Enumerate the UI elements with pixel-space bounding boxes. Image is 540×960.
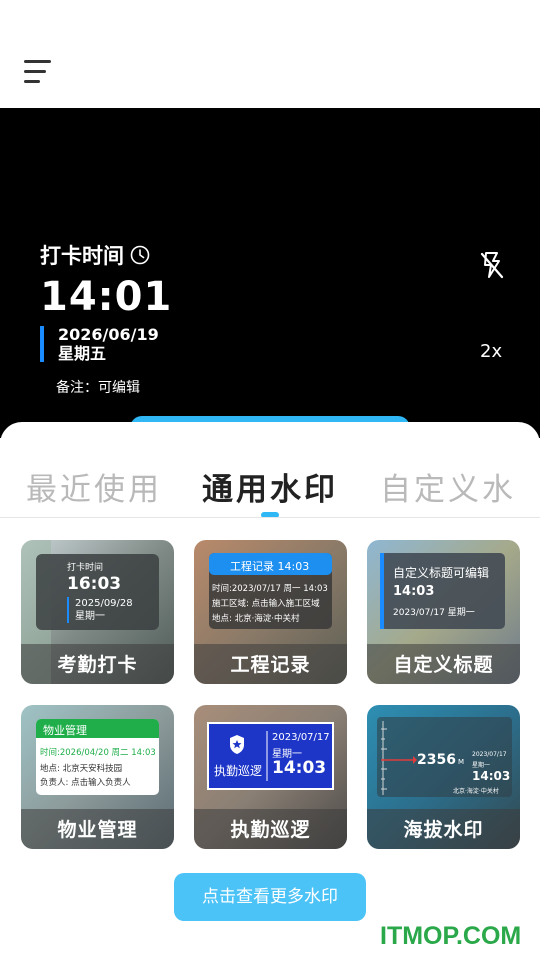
card-engineering[interactable]: 工程记录 14:03 时间:2023/07/17 周一 14:03 施工区域: …	[194, 540, 347, 684]
card-engineering-header: 工程记录 14:03	[230, 560, 310, 573]
watermark-sheet: 最近使用 通用水印 自定义水 打卡时间 16:03 2025/09/28 星期一…	[0, 422, 540, 960]
card-engineering-line3: 地点: 北京·海淀·中关村	[212, 614, 300, 624]
card-custom-title-time: 14:03	[393, 584, 435, 599]
card-attendance-label: 考勤打卡	[21, 644, 174, 684]
card-engineering-label: 工程记录	[194, 644, 347, 684]
brand-watermark: ITMOP.COM	[380, 922, 522, 950]
card-altitude-date: 2023/07/17	[472, 751, 507, 758]
card-property-label: 物业管理	[21, 809, 174, 849]
card-custom-title-date: 2023/07/17 星期一	[393, 608, 475, 618]
top-bar	[0, 0, 540, 108]
flash-off-icon[interactable]	[478, 250, 506, 280]
card-custom-title-title: 自定义标题可编辑	[393, 566, 490, 580]
card-altitude-weekday: 星期一	[472, 762, 491, 769]
card-property[interactable]: 物业管理 时间:2026/04/20 周二 14:03 地点: 北京天安科技园 …	[21, 705, 174, 849]
card-patrol-label: 执勤巡逻	[194, 809, 347, 849]
tab-general[interactable]: 通用水印	[202, 464, 338, 509]
card-engineering-line2: 施工区域: 点击输入施工区域	[212, 599, 320, 609]
watermark-date-block: 2026/06/19 星期五	[40, 325, 159, 363]
card-altitude-time: 14:03	[472, 769, 511, 783]
menu-icon[interactable]	[24, 58, 54, 86]
card-patrol-badge: 执勤巡逻	[214, 764, 263, 778]
card-attendance-time: 16:03	[67, 574, 122, 594]
watermark-note: 备注：可编辑	[56, 380, 140, 396]
watermark-title-row: 打卡时间	[40, 240, 150, 270]
card-altitude-value: 2356 M	[417, 752, 464, 768]
tab-indicator	[261, 512, 279, 517]
card-attendance-title: 打卡时间	[67, 563, 104, 573]
card-custom-title-label: 自定义标题	[367, 644, 520, 684]
clock-icon	[130, 245, 150, 265]
watermark-tabs: 最近使用 通用水印 自定义水	[0, 422, 540, 518]
card-property-line1: 时间:2026/04/20 周二 14:03	[40, 748, 156, 758]
watermark-time: 14:01	[40, 274, 173, 320]
card-altitude-label: 海拔水印	[367, 809, 520, 849]
card-attendance-date-block: 2025/09/28 星期一	[67, 597, 133, 623]
card-patrol-date: 2023/07/17	[272, 732, 330, 743]
card-attendance-weekday: 星期一	[75, 611, 105, 622]
card-custom-title[interactable]: 自定义标题可编辑 14:03 2023/07/17 星期一 自定义标题	[367, 540, 520, 684]
card-patrol-time: 14:03	[272, 758, 327, 778]
card-altitude-number: 2356	[417, 752, 456, 768]
card-patrol[interactable]: 执勤巡逻 2023/07/17 星期一 14:03 执勤巡逻	[194, 705, 347, 849]
tab-custom[interactable]: 自定义水	[380, 464, 516, 509]
card-attendance-date: 2025/09/28	[75, 598, 133, 609]
card-attendance[interactable]: 打卡时间 16:03 2025/09/28 星期一 考勤打卡	[21, 540, 174, 684]
more-watermarks-button[interactable]: 点击查看更多水印	[174, 873, 366, 921]
tab-recent[interactable]: 最近使用	[26, 464, 162, 509]
zoom-toggle[interactable]: 2x	[480, 341, 502, 362]
card-altitude-location: 北京·海淀·中关村	[453, 788, 499, 795]
card-property-header: 物业管理	[43, 724, 87, 737]
watermark-title: 打卡时间	[40, 244, 124, 268]
card-engineering-line1: 时间:2023/07/17 周一 14:03	[212, 584, 328, 594]
watermark-date: 2026/06/19	[58, 325, 159, 344]
card-altitude-unit: M	[457, 758, 465, 766]
watermark-weekday: 星期五	[58, 344, 107, 363]
card-altitude[interactable]: 2356 M 2023/07/17 星期一 14:03 北京·海淀·中关村 海拔水…	[367, 705, 520, 849]
card-property-line3: 负责人: 点击输入负责人	[40, 778, 131, 788]
card-property-line2: 地点: 北京天安科技园	[40, 764, 123, 774]
